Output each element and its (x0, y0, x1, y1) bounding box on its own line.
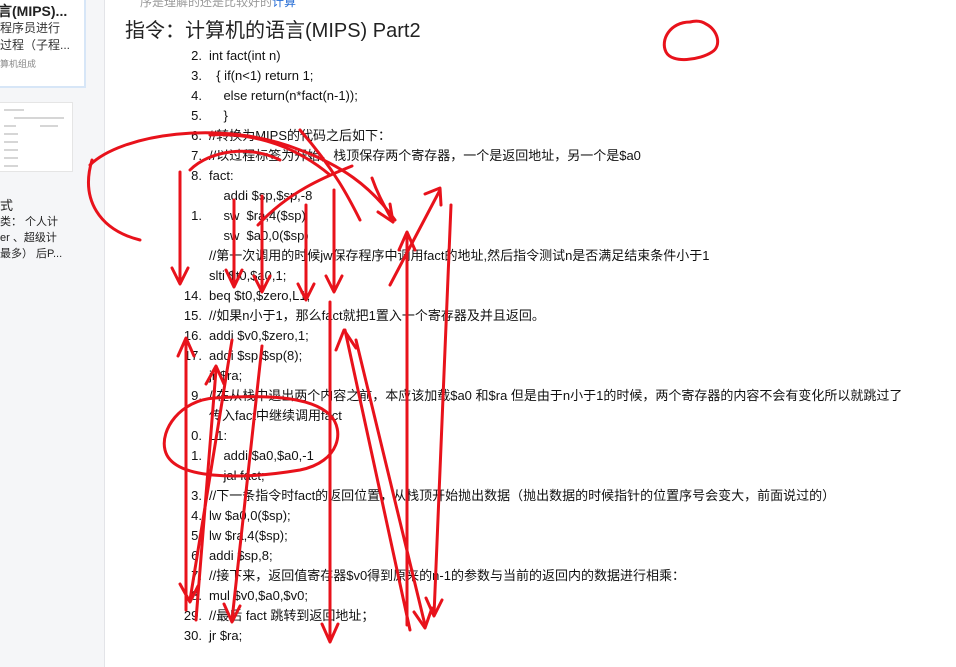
code-line-number: 3. (191, 488, 202, 503)
code-line-number: 9. (191, 388, 202, 403)
code-line: 14. beq $t0,$zero,L1; (0, 286, 956, 306)
code-line: addi $sp,$sp,-8 (0, 186, 956, 206)
code-line-text: //接下来，返回值寄存器$v0得到原来的n-1的参数与当前的返回内的数据进行相乘… (209, 568, 685, 583)
code-line: 29. //最后 fact 跳转到返回地址； (0, 606, 956, 626)
code-line-text: addi $sp,8; (209, 548, 273, 563)
previous-text-link[interactable]: 计算 (272, 0, 296, 9)
code-line-text: fact: (209, 168, 234, 183)
code-line-text: addi $v0,$zero,1; (209, 328, 309, 343)
code-line-text: lw $a0,0($sp); (209, 508, 291, 523)
code-line-number: 8. (191, 588, 202, 603)
code-line-number: 17. (183, 348, 202, 363)
code-line: 8. fact: (0, 166, 956, 186)
code-line-text: sw $ra,4($sp) (209, 208, 306, 223)
code-line: 7. //以过程标签为开始，栈顶保存两个寄存器，一个是返回地址，另一个是$a0 (0, 146, 956, 166)
code-line-text: L1: (209, 428, 228, 443)
code-line: 2. int fact(int n) (0, 46, 956, 66)
code-line: 5. } (0, 106, 956, 126)
code-line-number: 15. (183, 308, 202, 323)
code-line-text: jr $ra; (209, 628, 243, 643)
code-line-number: 7. (191, 148, 202, 163)
code-line-number: 1. (191, 448, 202, 463)
code-line-number: 3. (191, 68, 202, 83)
code-line: 7. //接下来，返回值寄存器$v0得到原来的n-1的参数与当前的返回内的数据进行… (0, 566, 956, 586)
code-line: 15. //如果n小于1，那么fact就把1置入一个寄存器及并且返回。 (0, 306, 956, 326)
code-line-text: addi $sp,$sp,-8 (209, 188, 313, 203)
code-line-text: int fact(int n) (209, 48, 281, 63)
code-line: 17. addi $sp,$sp(8); (0, 346, 956, 366)
code-line-number: 4. (191, 88, 202, 103)
code-line-number: 8. (191, 168, 202, 183)
code-line-text: sw $a0,0($sp) (209, 228, 309, 243)
code-line-text: jr $ra; (209, 368, 243, 383)
code-line-text: mul $v0,$a0,$v0; (209, 588, 309, 603)
code-line: jal fact; (0, 466, 956, 486)
code-line-text: //在从栈中退出两个内容之前，本应该加载$a0 和$ra 但是由于n小于1的时候… (209, 388, 903, 403)
code-line-number: 7. (191, 568, 202, 583)
code-line: 4. else return(n*fact(n-1)); (0, 86, 956, 106)
page-title: 指令：计算机的语言(MIPS) Part2 (125, 20, 421, 42)
code-line: 0. L1: (0, 426, 956, 446)
code-line-text: 传入fact中继续调用fact (209, 408, 342, 423)
code-line: slti $t0,$a0,1; (0, 266, 956, 286)
code-line-text: beq $t0,$zero,L1; (209, 288, 311, 303)
code-line-number: 30. (183, 628, 202, 643)
code-line-text: //转换为MIPS的代码之后如下： (209, 128, 392, 143)
code-line: 3. { if(n<1) return 1; (0, 66, 956, 86)
code-line: 9. //在从栈中退出两个内容之前，本应该加载$a0 和$ra 但是由于n小于1的… (0, 386, 956, 406)
code-line: 传入fact中继续调用fact (0, 406, 956, 426)
code-line-text: slti $t0,$a0,1; (209, 268, 287, 283)
code-line: 8. mul $v0,$a0,$v0; (0, 586, 956, 606)
code-line-text: { if(n<1) return 1; (209, 68, 314, 83)
code-line-text: else return(n*fact(n-1)); (209, 88, 358, 103)
code-line-number: 6. (191, 128, 202, 143)
code-line: 3. //下一条指令时fact的返回位置，从栈顶开始抛出数据（抛出数据的时候指针的… (0, 486, 956, 506)
sidebar-card-title: 言(MIPS)... (0, 3, 68, 19)
code-line-text: //如果n小于1，那么fact就把1置入一个寄存器及并且返回。 (209, 308, 545, 323)
code-line-number: 1. (191, 208, 202, 223)
code-line: 16. addi $v0,$zero,1; (0, 326, 956, 346)
code-line-text: addi $a0,$a0,-1 (209, 448, 314, 463)
code-line: 6. //转换为MIPS的代码之后如下： (0, 126, 956, 146)
code-line-number: 29. (183, 608, 202, 623)
code-line-text: //第一次调用的时候jw保存程序中调用fact的地址,然后指令测试n是否满足结束… (209, 248, 710, 263)
code-line-number: 2. (191, 48, 202, 63)
code-line-text: //下一条指令时fact的返回位置，从栈顶开始抛出数据（抛出数据的时候指针的位置… (209, 488, 836, 503)
code-line-text: lw $ra,4($sp); (209, 528, 288, 543)
code-line-text: //以过程标签为开始，栈顶保存两个寄存器，一个是返回地址，另一个是$a0 (209, 148, 641, 163)
code-line: 1. sw $ra,4($sp) (0, 206, 956, 226)
code-line: 5. lw $ra,4($sp); (0, 526, 956, 546)
code-line-number: 6. (191, 548, 202, 563)
code-line-number: 5. (191, 108, 202, 123)
previous-text: 序是理解的还是比较好的计算 (140, 0, 296, 10)
code-line: //第一次调用的时候jw保存程序中调用fact的地址,然后指令测试n是否满足结束… (0, 246, 956, 266)
code-line-text: } (209, 108, 228, 123)
code-line-number: 4. (191, 508, 202, 523)
code-line-text: jal fact; (209, 468, 265, 483)
code-line: 30. jr $ra; (0, 626, 956, 646)
code-line-number: 5. (191, 528, 202, 543)
code-line-text: //最后 fact 跳转到返回地址； (209, 608, 375, 623)
code-line-number: 0. (191, 428, 202, 443)
code-line: 4. lw $a0,0($sp); (0, 506, 956, 526)
code-line: 1. addi $a0,$a0,-1 (0, 446, 956, 466)
code-line: jr $ra; (0, 366, 956, 386)
sidebar-card-line: 程序员进行 (0, 21, 61, 35)
code-line: sw $a0,0($sp) (0, 226, 956, 246)
code-line-number: 14. (183, 288, 202, 303)
previous-text-content: 序是理解的还是比较好的 (140, 0, 273, 9)
code-line-number: 16. (183, 328, 202, 343)
code-line: 6. addi $sp,8; (0, 546, 956, 566)
code-line-text: addi $sp,$sp(8); (209, 348, 303, 363)
